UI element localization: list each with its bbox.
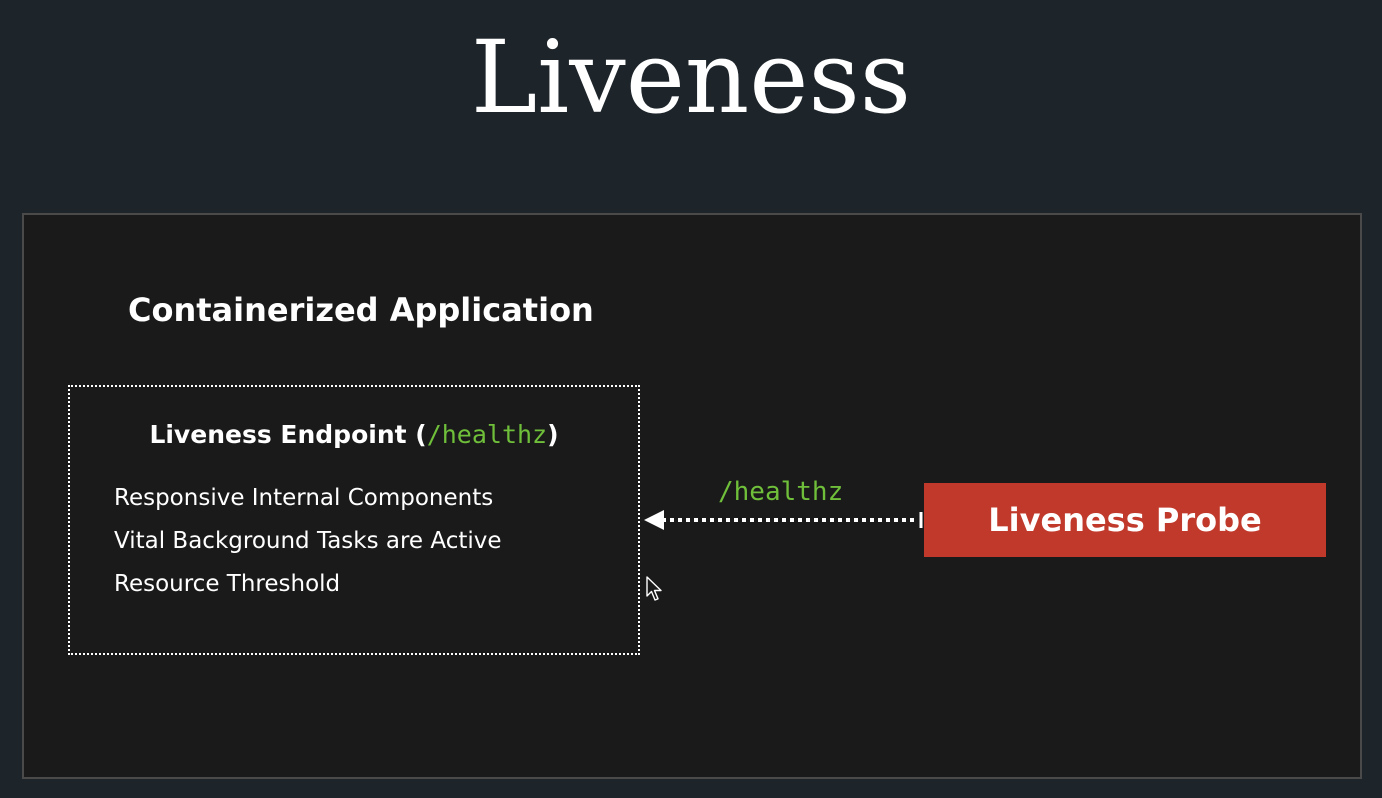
- endpoint-checks-list: Responsive Internal Components Vital Bac…: [114, 483, 502, 612]
- check-item: Vital Background Tasks are Active: [114, 528, 502, 554]
- check-item: Responsive Internal Components: [114, 485, 494, 511]
- mouse-pointer-icon: [646, 576, 662, 601]
- liveness-probe-label: Liveness Probe: [988, 501, 1262, 539]
- endpoint-title: Liveness Endpoint (/healthz): [70, 420, 638, 449]
- diagram-panel: Containerized Application Liveness Endpo…: [22, 213, 1362, 779]
- check-item: Resource Threshold: [114, 571, 341, 597]
- liveness-probe-box: Liveness Probe: [924, 483, 1326, 557]
- arrow-left-icon: [644, 510, 923, 530]
- endpoint-title-path: /healthz: [426, 420, 548, 449]
- endpoint-title-suffix: ): [547, 420, 559, 449]
- endpoint-title-prefix: Liveness Endpoint (: [149, 420, 427, 449]
- slide-title: Liveness: [470, 19, 912, 136]
- liveness-endpoint-box: Liveness Endpoint (/healthz) Responsive …: [68, 385, 640, 655]
- containerized-application-label: Containerized Application: [128, 291, 594, 329]
